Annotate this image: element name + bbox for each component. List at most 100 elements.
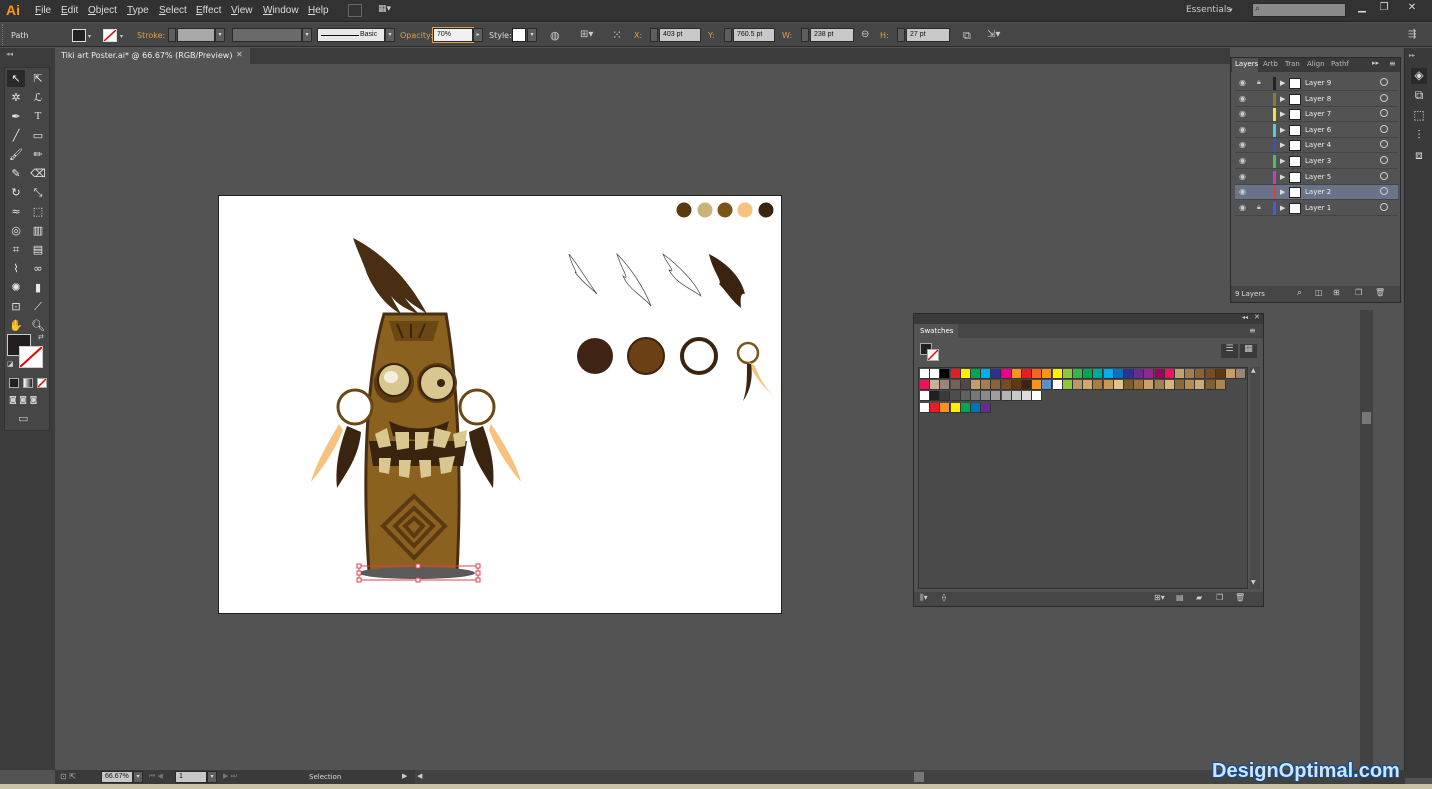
color-swatch[interactable] bbox=[981, 380, 992, 390]
menu-edit[interactable]: Edit bbox=[61, 5, 78, 16]
variable-width-field[interactable] bbox=[232, 28, 302, 42]
color-swatch[interactable] bbox=[1195, 380, 1206, 390]
color-swatch[interactable] bbox=[1073, 369, 1083, 379]
visibility-eye-icon[interactable]: ◉ bbox=[1239, 156, 1246, 165]
lasso-icon[interactable]: ℒ bbox=[29, 89, 47, 106]
color-swatch[interactable] bbox=[950, 403, 961, 413]
swatch-libraries-icon[interactable]: ⫼▾ bbox=[920, 593, 928, 603]
color-swatch[interactable] bbox=[920, 391, 930, 401]
color-swatch[interactable] bbox=[1001, 380, 1012, 390]
layer-name[interactable]: Layer 6 bbox=[1305, 126, 1331, 134]
new-sublayer-icon[interactable]: ⊞ bbox=[1333, 288, 1340, 297]
panel-menu-icon[interactable]: ≡ bbox=[1249, 326, 1256, 335]
blend-icon[interactable]: ∞ bbox=[29, 260, 47, 277]
shape-builder-icon[interactable]: ◎ bbox=[7, 222, 25, 239]
next-artboard-icon[interactable]: ▶ ⏭ bbox=[223, 772, 237, 781]
color-swatch[interactable] bbox=[920, 380, 930, 390]
tab-layers[interactable]: Layers bbox=[1235, 60, 1258, 68]
tab-artboards[interactable]: Artb bbox=[1263, 60, 1278, 68]
color-swatch[interactable] bbox=[1042, 369, 1053, 379]
new-color-group-icon[interactable]: ▰ bbox=[1196, 593, 1202, 602]
color-swatch[interactable] bbox=[1093, 380, 1104, 390]
selection-tool-icon[interactable]: ↖ bbox=[7, 70, 25, 87]
color-swatch[interactable] bbox=[920, 403, 930, 413]
layer-row[interactable]: ◉ ▶ Layer 2 bbox=[1235, 185, 1398, 201]
close-icon[interactable]: ✕ bbox=[1254, 313, 1260, 321]
transform-dock-icon[interactable]: ⬚ bbox=[1411, 108, 1427, 124]
menu-file[interactable]: File bbox=[35, 5, 51, 16]
reference-point-icon[interactable]: ⁙ bbox=[612, 28, 622, 42]
expand-triangle-icon[interactable]: ▶ bbox=[1280, 79, 1285, 87]
layer-name[interactable]: Layer 9 bbox=[1305, 79, 1331, 87]
lock-icon[interactable]: 🔒︎ bbox=[1257, 203, 1261, 212]
color-swatch[interactable] bbox=[1185, 380, 1196, 390]
dock-collapse-icon[interactable]: ▸▸ bbox=[1409, 52, 1429, 62]
color-swatch[interactable] bbox=[1205, 369, 1216, 379]
graphic-style-swatch[interactable] bbox=[512, 28, 526, 42]
tab-align[interactable]: Align bbox=[1307, 60, 1325, 68]
paintbrush-icon[interactable]: 🖌 bbox=[7, 146, 25, 163]
color-swatch[interactable] bbox=[1062, 369, 1073, 379]
expand-triangle-icon[interactable]: ▶ bbox=[1280, 95, 1285, 103]
menu-type[interactable]: Type bbox=[127, 5, 149, 16]
stroke-weight-dropdown[interactable]: ▾ bbox=[215, 28, 225, 42]
restore-button[interactable]: ❐ bbox=[1374, 2, 1394, 16]
target-circle-icon[interactable] bbox=[1380, 171, 1388, 180]
color-swatch[interactable] bbox=[1134, 369, 1145, 379]
screen-mode-icon[interactable]: ▭ bbox=[18, 412, 28, 425]
menu-help[interactable]: Help bbox=[308, 5, 329, 16]
color-swatch[interactable] bbox=[981, 369, 992, 379]
y-field[interactable]: 760.5 pt bbox=[733, 28, 775, 42]
blob-brush-icon[interactable]: ✎ bbox=[7, 165, 25, 182]
panel-menu-icon[interactable]: ⇶ bbox=[1408, 29, 1416, 40]
zoom-tool-icon[interactable]: 🔍︎ bbox=[29, 317, 47, 334]
mesh-icon[interactable]: ⌗ bbox=[7, 241, 25, 258]
visibility-eye-icon[interactable]: ◉ bbox=[1239, 187, 1246, 196]
color-swatch[interactable] bbox=[940, 380, 951, 390]
color-swatch[interactable] bbox=[991, 380, 1002, 390]
list-view-icon[interactable]: ☰ bbox=[1221, 344, 1238, 358]
opacity-field[interactable]: 70% bbox=[432, 27, 474, 43]
color-swatch[interactable] bbox=[1113, 380, 1124, 390]
color-swatch[interactable] bbox=[1134, 380, 1145, 390]
tab-transform[interactable]: Tran bbox=[1285, 60, 1300, 68]
color-swatch[interactable] bbox=[1042, 380, 1053, 390]
expand-triangle-icon[interactable]: ▶ bbox=[1280, 188, 1285, 196]
stroke-swatch[interactable] bbox=[103, 29, 117, 42]
magic-wand-icon[interactable]: ✲ bbox=[7, 89, 25, 106]
expand-triangle-icon[interactable]: ▶ bbox=[1280, 126, 1285, 134]
color-swatch[interactable] bbox=[1032, 380, 1043, 390]
workspace-switcher[interactable]: Essentials bbox=[1186, 5, 1231, 15]
color-swatch[interactable] bbox=[1022, 380, 1032, 390]
color-swatch[interactable] bbox=[1011, 391, 1022, 401]
menu-window[interactable]: Window bbox=[263, 5, 299, 16]
color-swatch[interactable] bbox=[940, 391, 951, 401]
color-swatch[interactable] bbox=[1001, 391, 1012, 401]
layer-row[interactable]: ◉ 🔒︎ ▶ Layer 1 bbox=[1235, 201, 1398, 216]
target-circle-icon[interactable] bbox=[1380, 202, 1388, 211]
color-swatch[interactable] bbox=[1226, 369, 1236, 379]
target-circle-icon[interactable] bbox=[1380, 140, 1388, 149]
expand-triangle-icon[interactable]: ▶ bbox=[1280, 157, 1285, 165]
visibility-eye-icon[interactable]: ◉ bbox=[1239, 109, 1246, 118]
color-swatch[interactable] bbox=[1154, 380, 1165, 390]
rectangle-tool-icon[interactable]: ▭ bbox=[29, 127, 47, 144]
color-swatch[interactable] bbox=[1144, 380, 1155, 390]
pathfinder-dock-icon[interactable]: ⧈ bbox=[1411, 148, 1427, 164]
document-tab[interactable]: Tiki art Poster.ai* @ 66.67% (RGB/Previe… bbox=[55, 48, 250, 64]
y-stepper[interactable] bbox=[724, 28, 732, 42]
visibility-eye-icon[interactable]: ◉ bbox=[1239, 78, 1246, 87]
gradient-icon[interactable]: ▤ bbox=[29, 241, 47, 258]
make-clipping-mask-icon[interactable]: ◫ bbox=[1315, 288, 1323, 297]
eyedropper-icon[interactable]: ⌇ bbox=[7, 260, 25, 277]
zoom-dropdown[interactable]: ▾ bbox=[133, 771, 143, 783]
h-field[interactable]: 27 pt bbox=[906, 28, 950, 42]
color-swatch[interactable] bbox=[1144, 369, 1155, 379]
search-input[interactable]: ⌕ bbox=[1252, 3, 1346, 17]
color-swatch[interactable] bbox=[1185, 369, 1196, 379]
draw-modes-icon[interactable]: ◙ ◙ ◙ bbox=[9, 395, 47, 407]
swap-colors-icon[interactable]: ⇄ bbox=[38, 333, 44, 341]
x-field[interactable]: 403 pt bbox=[659, 28, 701, 42]
visibility-eye-icon[interactable]: ◉ bbox=[1239, 203, 1246, 212]
color-swatch[interactable] bbox=[960, 380, 971, 390]
